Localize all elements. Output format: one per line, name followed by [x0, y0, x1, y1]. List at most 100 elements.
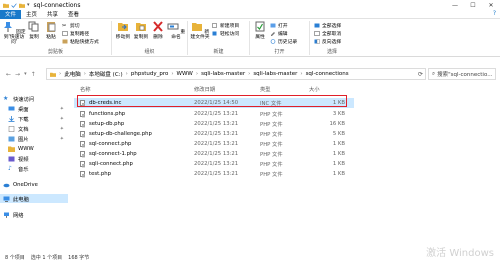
select-all-button[interactable]: 全部选择: [314, 22, 341, 29]
sidebar-item-label: WWW: [18, 145, 34, 152]
paste-shortcut-button[interactable]: 粘贴快捷方式: [62, 38, 99, 45]
sidebar-item-downloads[interactable]: 下载 ✦: [0, 114, 68, 123]
tab-home[interactable]: 主页: [21, 10, 42, 19]
quick-access-toolbar: ▾: [0, 2, 30, 8]
clipboard-group: 固定到'快速访问' 复制 粘贴 ✂ 剪切 复制路径 粘贴快捷方式 剪贴板: [0, 21, 112, 55]
sidebar-item-network[interactable]: 网络: [0, 210, 68, 219]
pin-icon: [4, 22, 13, 32]
file-date: 2022/1/25 13:21: [194, 171, 239, 177]
help-icon[interactable]: ?: [493, 10, 496, 17]
pin-icon: ✦: [59, 125, 64, 132]
column-header-name[interactable]: 名称: [80, 84, 91, 94]
new-folder-button[interactable]: 新建文件夹: [190, 21, 210, 40]
new-folder-icon[interactable]: [19, 3, 25, 8]
sidebar-item-videos[interactable]: 视频: [0, 154, 68, 163]
easy-access-button[interactable]: 轻松访问: [212, 30, 239, 37]
open-button[interactable]: 打开: [270, 22, 288, 29]
file-row-setup-db-challenge[interactable]: setup-db-challenge.php 2022/1/25 13:21 P…: [74, 129, 354, 139]
pin-quick-access-button[interactable]: 固定到'快速访问': [2, 21, 26, 45]
sidebar-item-onedrive[interactable]: OneDrive: [0, 180, 68, 189]
breadcrumb-separator-icon: ›: [59, 71, 62, 77]
column-header-type[interactable]: 类型: [260, 84, 271, 94]
sidebar-item-desktop[interactable]: 桌面 ✦: [0, 104, 68, 113]
file-date: 2022/1/25 13:21: [194, 121, 239, 127]
file-row-sqli-connect[interactable]: sqli-connect.php 2022/1/25 13:21 PHP 文件 …: [74, 159, 354, 169]
up-arrow-icon[interactable]: ↑: [31, 71, 36, 78]
sidebar-item-quick-access[interactable]: ★ 快速访问: [0, 94, 68, 103]
maximize-button[interactable]: ☐: [464, 0, 482, 10]
close-button[interactable]: ✕: [482, 0, 500, 10]
file-row-setup-db[interactable]: setup-db.php 2022/1/25 13:21 PHP 文件 16 K…: [74, 119, 354, 129]
chevron-down-icon[interactable]: ▾: [27, 2, 30, 8]
breadcrumb-sqli-labs-2[interactable]: sqli-labs-master: [253, 71, 297, 77]
copy-path-icon: [62, 31, 68, 36]
new-group-label: 新建: [213, 49, 224, 55]
select-none-button[interactable]: 全部取消: [314, 30, 341, 37]
breadcrumb-separator-icon: ›: [248, 71, 251, 77]
copy-button[interactable]: 复制: [27, 21, 41, 40]
sidebar-item-documents[interactable]: 文档 ✦: [0, 124, 68, 133]
back-arrow-icon[interactable]: ←: [6, 71, 11, 78]
download-icon: [8, 115, 15, 122]
breadcrumb-phpstudy[interactable]: phpstudy_pro: [131, 71, 168, 77]
breadcrumb-local-disk[interactable]: 本地磁盘 (C:): [89, 70, 123, 78]
breadcrumb-separator-icon: ›: [300, 71, 303, 77]
sidebar-item-pictures[interactable]: 图片 ✦: [0, 134, 68, 143]
file-name: setup-db-challenge.php: [89, 131, 152, 137]
path-box[interactable]: › 此电脑 › 本地磁盘 (C:) › phpstudy_pro › WWW ›…: [46, 68, 426, 80]
move-to-label: 移动到: [115, 35, 131, 40]
invert-selection-label: 反向选择: [322, 40, 342, 45]
file-row-functions[interactable]: functions.php 2022/1/25 13:21 PHP 文件 3 K…: [74, 109, 354, 119]
cut-label: 剪切: [70, 24, 80, 29]
status-bar: 8 个项目 选中 1 个项目 168 字节: [0, 252, 500, 262]
breadcrumb-sql-connections[interactable]: sql-connections: [306, 71, 349, 77]
sidebar-item-this-pc[interactable]: 此电脑: [0, 194, 68, 203]
cut-button[interactable]: ✂ 剪切: [62, 22, 80, 29]
sidebar-item-label: 网络: [13, 212, 24, 219]
file-name: test.php: [89, 171, 111, 177]
sidebar-item-www[interactable]: WWW: [0, 144, 68, 153]
sidebar-item-label: OneDrive: [13, 181, 38, 188]
search-input[interactable]: ⌕ 搜索"sql-connectio...: [428, 68, 496, 80]
properties-button[interactable]: 属性: [252, 21, 268, 40]
file-row-sql-connect-1[interactable]: sql-connect-1.php 2022/1/25 13:21 PHP 文件…: [74, 149, 354, 159]
tab-view[interactable]: 查看: [63, 10, 84, 19]
properties-label: 属性: [255, 35, 265, 40]
column-header-size[interactable]: 大小: [309, 84, 320, 94]
new-item-button[interactable]: 新建项目: [212, 22, 239, 29]
column-header-date[interactable]: 修改日期: [194, 84, 215, 94]
file-list: 名称 修改日期 类型 大小 db-creds.inc 2022/1/25 14:…: [74, 84, 500, 250]
breadcrumb-this-pc[interactable]: 此电脑: [64, 70, 81, 78]
tab-share[interactable]: 共享: [42, 10, 63, 19]
file-row-sql-connect[interactable]: sql-connect.php 2022/1/25 13:21 PHP 文件 1…: [74, 139, 354, 149]
invert-selection-button[interactable]: 反向选择: [314, 38, 341, 45]
title-bar: ▾ sql-connections — ☐ ✕: [0, 0, 500, 10]
breadcrumb-www[interactable]: WWW: [177, 71, 193, 77]
history-button[interactable]: 历史记录: [270, 38, 297, 45]
move-to-button[interactable]: 移动到: [114, 21, 132, 40]
desktop-icon: [8, 106, 15, 110]
file-row-test[interactable]: test.php 2022/1/25 13:21 PHP 文件 1 KB: [74, 169, 354, 179]
rename-button[interactable]: 重命名: [166, 21, 186, 40]
delete-button[interactable]: 删除: [150, 21, 166, 40]
checkmark-icon[interactable]: [11, 2, 17, 8]
sidebar-item-music[interactable]: ♪ 音乐: [0, 164, 68, 173]
forward-arrow-icon[interactable]: →: [15, 71, 20, 78]
organize-group-label: 组织: [144, 49, 155, 55]
edit-button[interactable]: 编辑: [270, 30, 288, 37]
copy-path-button[interactable]: 复制路径: [62, 30, 89, 37]
minimize-button[interactable]: —: [446, 0, 464, 10]
tab-file[interactable]: 文件: [0, 9, 22, 19]
breadcrumb-sqli-labs-1[interactable]: sqli-labs-master: [201, 71, 245, 77]
paste-button[interactable]: 粘贴: [42, 21, 60, 40]
select-group: 全部选择 全部取消 反向选择 选择: [310, 21, 354, 55]
file-icon: [80, 111, 85, 117]
copy-to-button[interactable]: 复制到: [132, 21, 150, 40]
folder-icon: [8, 146, 15, 152]
file-type: PHP 文件: [260, 152, 283, 158]
recent-locations-chevron-icon[interactable]: ▾: [24, 71, 27, 77]
refresh-icon[interactable]: ⟳: [418, 71, 423, 78]
address-bar: ← → ▾ ↑ › 此电脑 › 本地磁盘 (C:) › phpstudy_pro…: [0, 68, 500, 80]
file-name-cell: setup-db.php: [80, 119, 124, 129]
open-icon: [270, 23, 276, 28]
